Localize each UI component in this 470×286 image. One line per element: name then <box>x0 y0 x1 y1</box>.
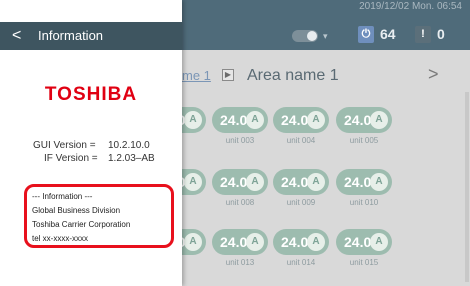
unit-button[interactable]: 24.0A <box>336 107 392 133</box>
auto-mode-icon: A <box>307 173 325 191</box>
auto-mode-icon: A <box>184 173 202 191</box>
unit-temperature: 24.0 <box>220 112 248 128</box>
unit-label: unit 013 <box>225 258 255 267</box>
unit-button[interactable]: 24.0A <box>273 169 329 195</box>
unit-temperature: 24.0 <box>344 174 372 190</box>
scrollbar[interactable] <box>465 92 469 282</box>
unit-button[interactable]: 24.0A <box>336 229 392 255</box>
panel-title: Information <box>38 28 104 43</box>
unit-temperature: 24.0 <box>281 234 309 250</box>
unit-label: unit 010 <box>349 198 379 207</box>
auto-mode-icon: A <box>307 233 325 251</box>
auto-mode-icon: A <box>246 233 264 251</box>
unit-temperature: 24.0 <box>344 234 372 250</box>
info-phone: tel xx-xxxx-xxxx <box>32 234 88 243</box>
unit-temperature: 24.0 <box>344 112 372 128</box>
unit-button[interactable]: 24.0A <box>212 169 268 195</box>
info-company: Toshiba Carrier Corporation <box>32 220 131 229</box>
panel-header: < Information <box>0 22 182 50</box>
if-version-value: 1.2.03–AB <box>108 153 155 164</box>
if-version-label: IF Version = <box>44 153 98 164</box>
unit-button[interactable]: 24.0A <box>273 107 329 133</box>
unit-label: unit 004 <box>286 136 316 145</box>
chevron-left-icon[interactable]: < <box>12 27 28 45</box>
auto-mode-icon: A <box>370 233 388 251</box>
unit-temperature: 24.0 <box>281 112 309 128</box>
auto-mode-icon: A <box>307 111 325 129</box>
unit-button[interactable]: 24.0A <box>273 229 329 255</box>
unit-button[interactable]: 24.0A <box>212 107 268 133</box>
unit-temperature: 24.0 <box>220 174 248 190</box>
unit-button[interactable]: 24.0A <box>212 229 268 255</box>
unit-label: unit 015 <box>349 258 379 267</box>
gui-version-value: 10.2.10.0 <box>108 140 150 151</box>
unit-label: unit 014 <box>286 258 316 267</box>
toshiba-logo: TOSHIBA <box>44 84 138 105</box>
unit-label: unit 005 <box>349 136 379 145</box>
auto-mode-icon: A <box>370 173 388 191</box>
auto-mode-icon: A <box>246 111 264 129</box>
unit-label: unit 003 <box>225 136 255 145</box>
auto-mode-icon: A <box>184 111 202 129</box>
unit-temperature: 24.0 <box>220 234 248 250</box>
info-division: Global Business Division <box>32 206 121 215</box>
gui-version-label: GUI Version = <box>33 140 96 151</box>
information-panel: < Information TOSHIBA GUI Version = 10.2… <box>0 0 182 286</box>
auto-mode-icon: A <box>246 173 264 191</box>
unit-temperature: 24.0 <box>281 174 309 190</box>
auto-mode-icon: A <box>370 111 388 129</box>
unit-button[interactable]: 24.0A <box>336 169 392 195</box>
info-heading: --- Information --- <box>32 192 93 201</box>
auto-mode-icon: A <box>184 233 202 251</box>
unit-label: unit 008 <box>225 198 255 207</box>
unit-label: unit 009 <box>286 198 316 207</box>
